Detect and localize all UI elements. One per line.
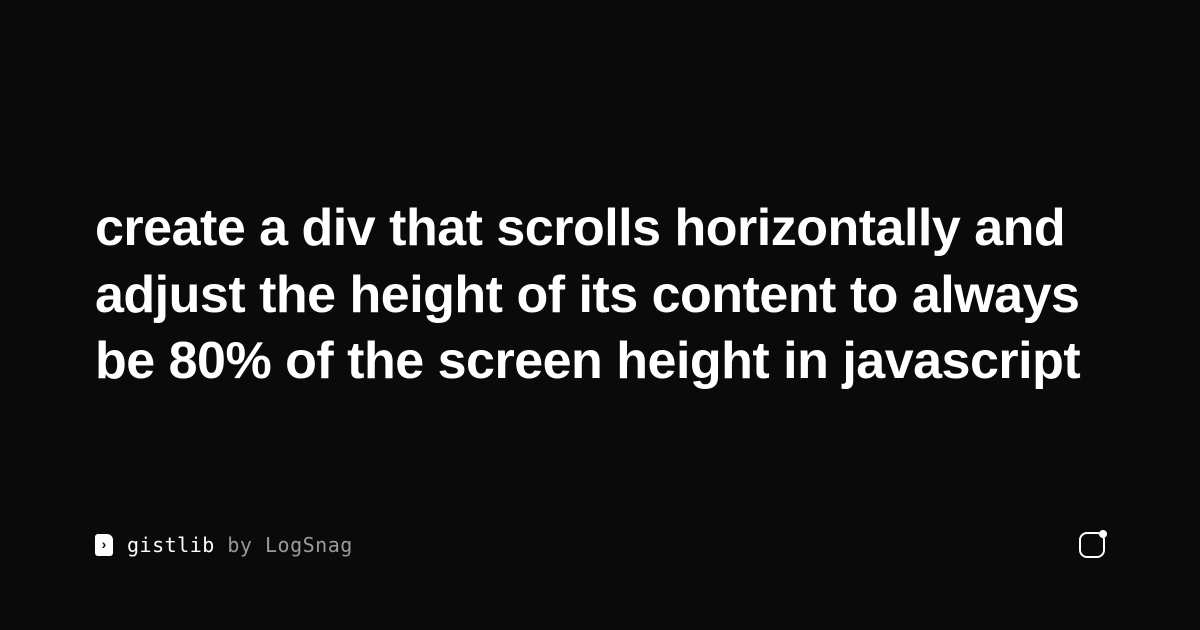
page-title: create a div that scrolls horizontally a…: [95, 195, 1105, 395]
brand-name: gistlib: [127, 533, 215, 557]
file-icon: [95, 534, 113, 556]
card-container: create a div that scrolls horizontally a…: [0, 0, 1200, 630]
notification-icon: [1079, 532, 1105, 558]
brand-by: by LogSnag: [227, 533, 352, 557]
brand: gistlib by LogSnag: [95, 533, 353, 557]
brand-text: gistlib by LogSnag: [127, 533, 353, 557]
footer: gistlib by LogSnag: [95, 532, 1105, 558]
